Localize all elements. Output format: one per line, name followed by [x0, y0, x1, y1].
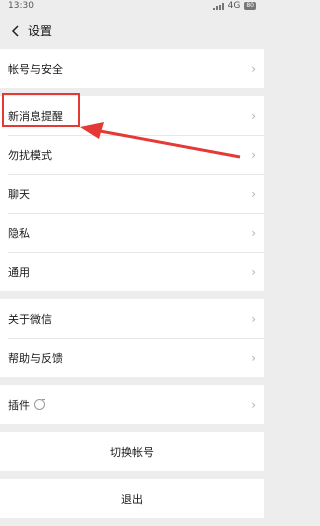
- annotation-arrow: [80, 122, 241, 159]
